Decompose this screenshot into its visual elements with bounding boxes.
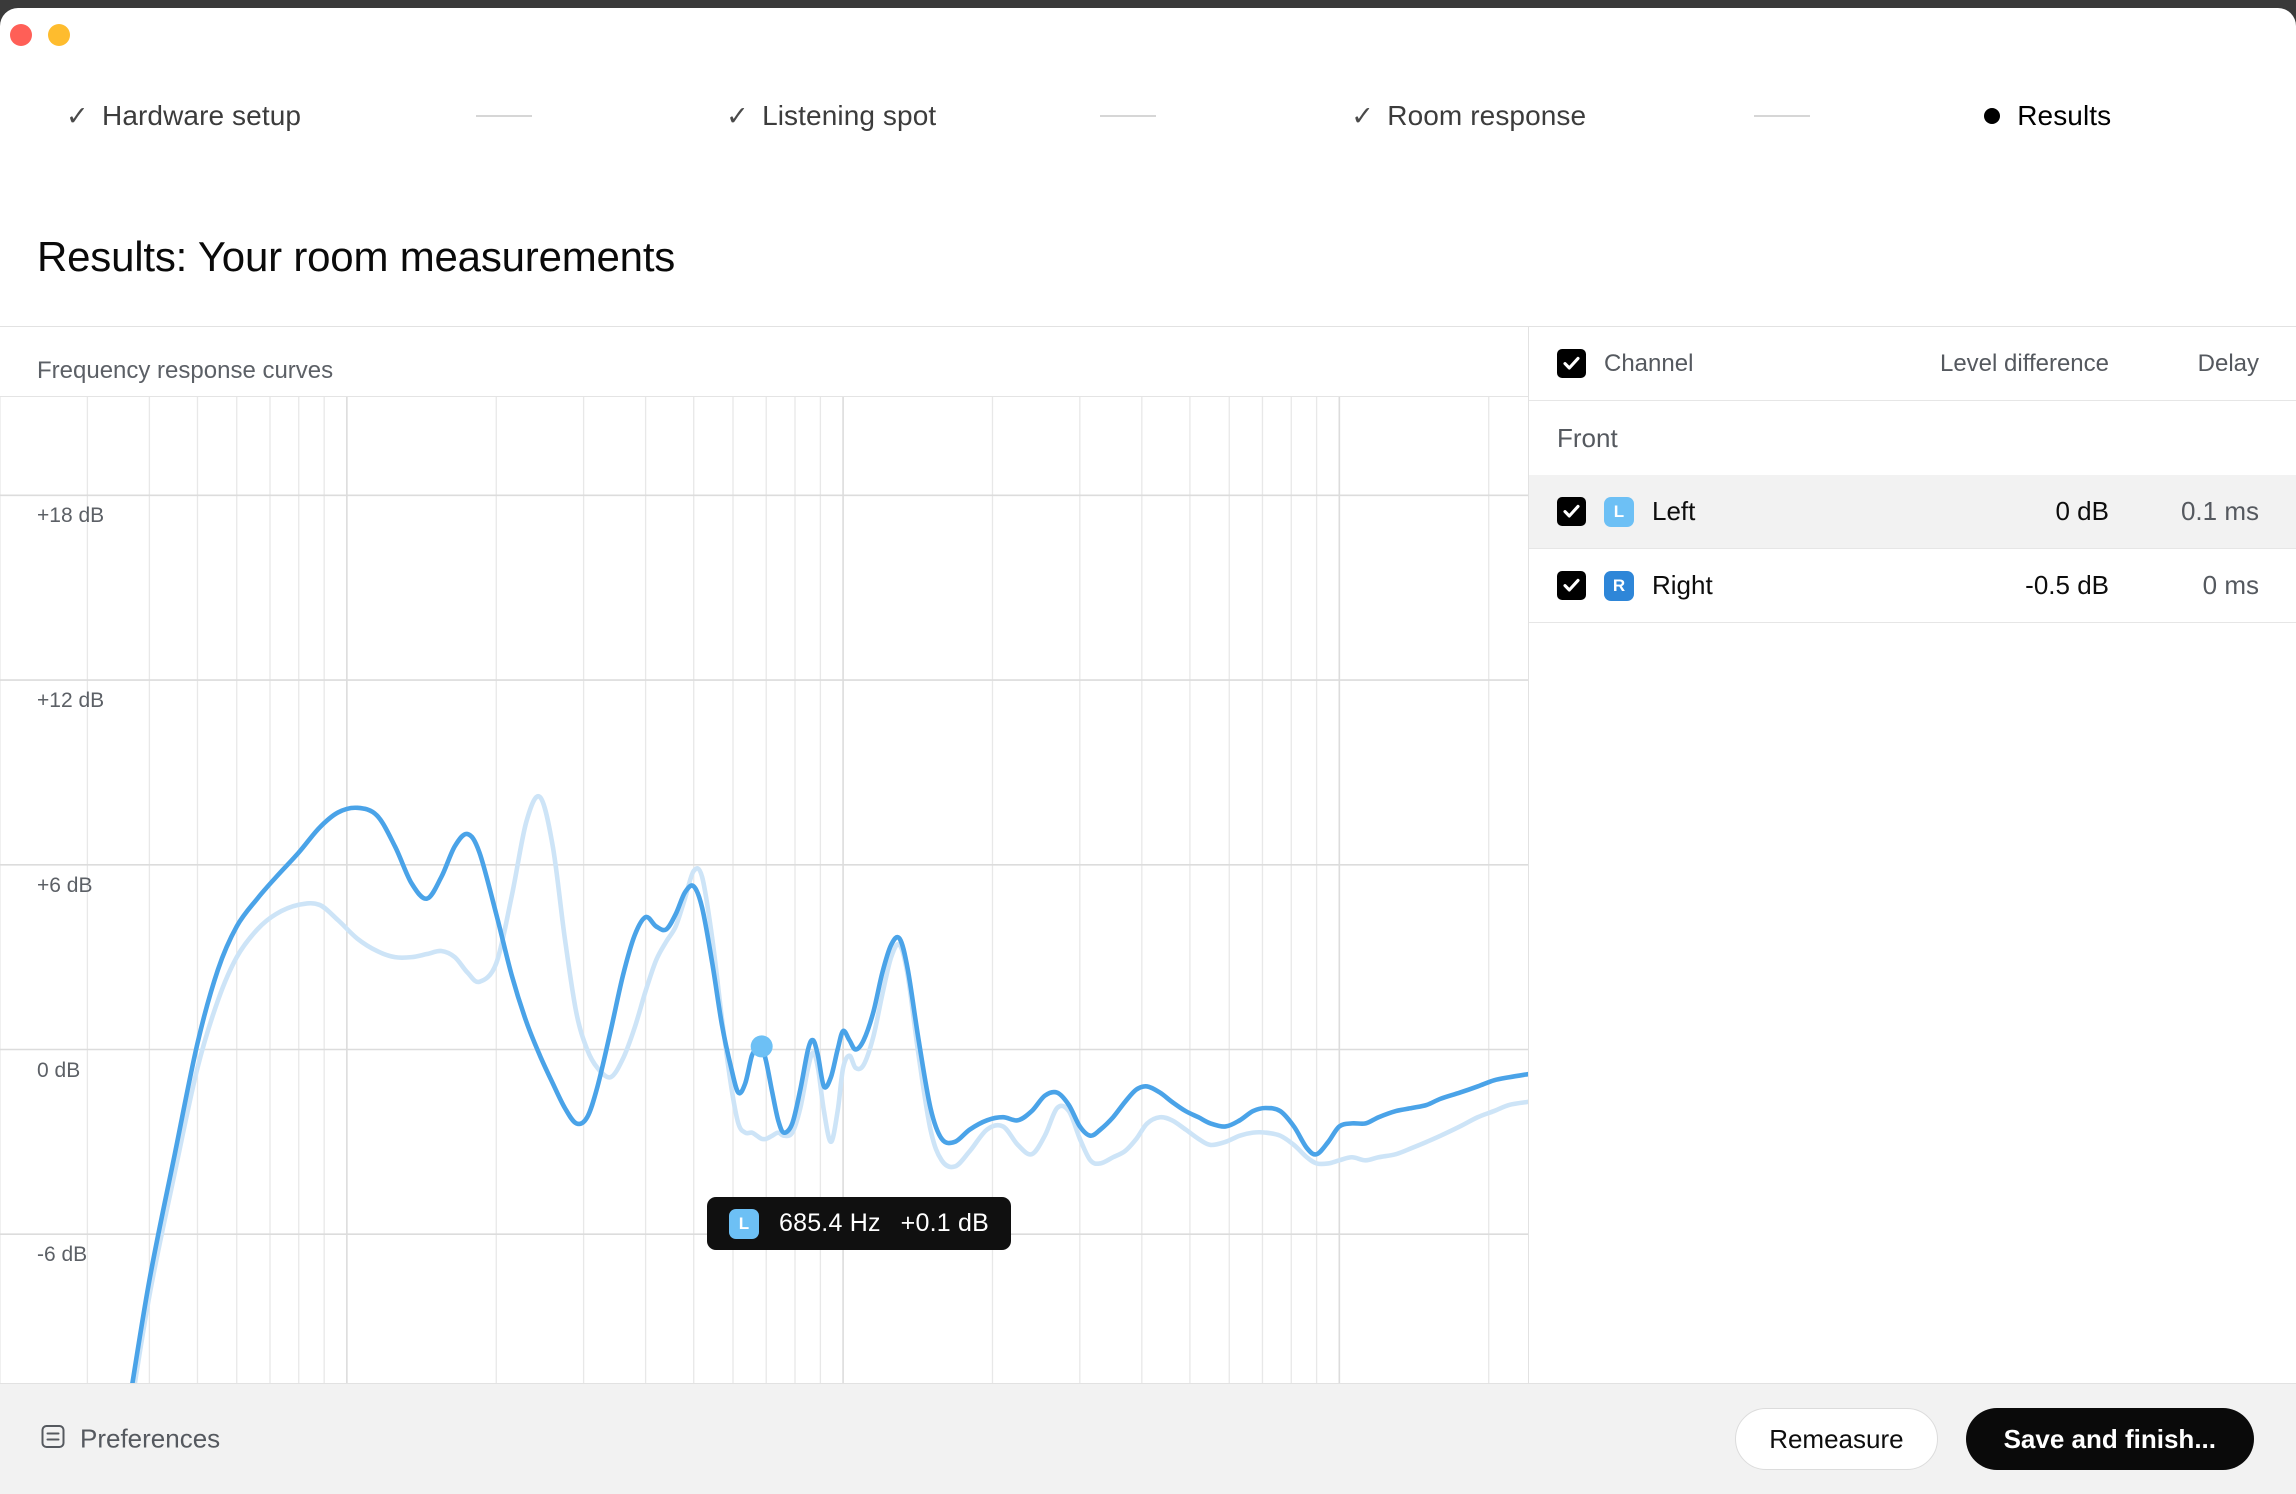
y-axis-tick-label: -6 dB [37, 1243, 88, 1267]
select-all-checkbox[interactable] [1557, 349, 1586, 378]
preferences-label: Preferences [80, 1423, 221, 1454]
channel-checkbox[interactable] [1557, 497, 1586, 526]
channel-row-left[interactable]: L Left 0 dB 0.1 ms [1529, 475, 2296, 549]
channels-panel: Channel Level difference Delay Front L L… [1529, 327, 2296, 1383]
channel-checkbox[interactable] [1557, 571, 1586, 600]
footer-actions: Remeasure Save and finish... [1735, 1408, 2254, 1470]
step-label: Hardware setup [102, 100, 302, 131]
marker-dot [750, 1035, 773, 1058]
y-axis-tick-label: +6 dB [37, 873, 93, 897]
page-title: Results: Your room measurements [37, 233, 676, 280]
step-results[interactable]: Results [1981, 100, 2111, 132]
step-hardware-setup[interactable]: ✓ Hardware setup [66, 100, 301, 132]
column-header-level-difference: Level difference [1939, 349, 2109, 377]
check-icon: ✓ [726, 100, 749, 131]
close-window-button[interactable] [10, 24, 32, 46]
footer-toolbar: Preferences Remeasure Save and finish... [0, 1383, 2296, 1494]
current-step-dot-icon [1984, 108, 2001, 124]
column-header-delay: Delay [2197, 349, 2259, 377]
column-header-channel: Channel [1604, 349, 1694, 377]
preferences-icon [40, 1424, 66, 1455]
step-label: Listening spot [762, 100, 937, 131]
window-controls [10, 24, 70, 46]
check-icon: ✓ [66, 100, 89, 131]
app-window: ✓ Hardware setup ✓ Listening spot ✓ Room… [0, 8, 2296, 1494]
channel-name: Left [1652, 496, 1696, 526]
hover-data-point [750, 1035, 773, 1058]
grid-lines-minor [0, 397, 1490, 1494]
minimize-window-button[interactable] [48, 24, 70, 46]
tooltip-channel-badge: L [729, 1208, 759, 1239]
chart-header-label: Frequency response curves [37, 357, 334, 384]
step-listening-spot[interactable]: ✓ Listening spot [726, 100, 936, 132]
step-label: Room response [1387, 100, 1587, 131]
save-and-finish-button[interactable]: Save and finish... [1965, 1408, 2254, 1470]
channel-name: Right [1652, 570, 1713, 600]
wizard-stepper: ✓ Hardware setup ✓ Listening spot ✓ Room… [0, 90, 2296, 142]
step-connector [1754, 115, 1811, 117]
channel-delay: 0.1 ms [2180, 496, 2259, 526]
y-axis-tick-label: 0 dB [37, 1058, 81, 1082]
y-axis-tick-label: +18 dB [37, 504, 105, 528]
channel-delay: 0 ms [2202, 570, 2259, 600]
channel-level-difference: -0.5 dB [2025, 570, 2109, 600]
frequency-response-plot[interactable]: +18 dB+12 dB+6 dB0 dB-6 dB-12 dB-18 dB 1… [0, 397, 1528, 1494]
plot-svg [0, 397, 1528, 1494]
chart-tooltip: L 685.4 Hz +0.1 dB [707, 1197, 1011, 1250]
channels-table-header: Channel Level difference Delay [1529, 327, 2296, 401]
tooltip-level: +0.1 dB [900, 1209, 989, 1237]
group-label: Front [1557, 422, 1618, 453]
preferences-button[interactable]: Preferences [40, 1424, 220, 1455]
channel-group-front: Front [1529, 401, 2296, 475]
frequency-response-chart-panel: Frequency response curves +18 dB +12 dB +6… [0, 327, 1528, 1494]
y-axis-tick-label: +12 dB [37, 689, 105, 713]
step-connector [1100, 115, 1157, 117]
tooltip-frequency: 685.4 Hz [779, 1209, 881, 1237]
step-label: Results [2017, 100, 2112, 131]
channel-badge: L [1604, 496, 1634, 527]
channel-row-right[interactable]: R Right -0.5 dB 0 ms [1529, 549, 2296, 623]
step-connector [476, 115, 533, 117]
remeasure-button[interactable]: Remeasure [1735, 1408, 1938, 1470]
step-room-response[interactable]: ✓ Room response [1351, 100, 1586, 132]
channel-level-difference: 0 dB [2055, 496, 2110, 526]
channel-badge: R [1604, 570, 1634, 601]
check-icon: ✓ [1351, 100, 1374, 131]
